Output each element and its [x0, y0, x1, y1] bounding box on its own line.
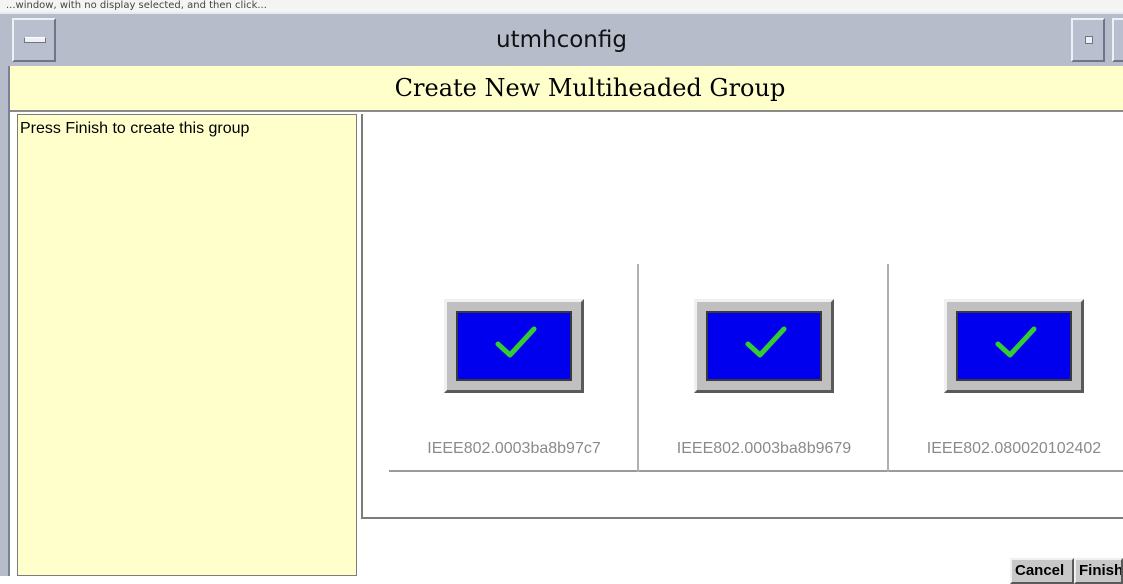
monitor-screen [456, 311, 572, 381]
monitor-screen [706, 311, 822, 381]
app-window: utmhconfig Create New Multiheaded Group … [0, 12, 1123, 584]
display-label: IEEE802.080020102402 [926, 440, 1102, 457]
caption-strip: ...window, with no display selected, and… [0, 0, 1123, 12]
minimize-button[interactable] [1071, 18, 1105, 62]
display-card[interactable]: IEEE802.080020102402 [889, 264, 1123, 472]
display-card[interactable]: IEEE802.0003ba8b97c7 [389, 264, 639, 472]
title-bar: utmhconfig [0, 12, 1123, 66]
display-layout-panel: IEEE802.0003ba8b97c7 IEEE802.0003ba8b967… [361, 114, 1123, 519]
monitor-screen [956, 311, 1072, 381]
window-frame-left [0, 66, 10, 576]
monitor-icon [694, 299, 834, 393]
finish-button[interactable]: Finish [1074, 558, 1123, 584]
monitor-icon [944, 299, 1084, 393]
window-menu-button[interactable] [12, 18, 56, 62]
instruction-text: Press Finish to create this group [20, 120, 250, 137]
page-title: Create New Multiheaded Group [394, 74, 786, 102]
caption-text: ...window, with no display selected, and… [6, 0, 267, 11]
window-title: utmhconfig [496, 27, 627, 53]
minimize-icon [1085, 36, 1093, 44]
display-card[interactable]: IEEE802.0003ba8b9679 [639, 264, 889, 472]
window-menu-icon [24, 37, 46, 43]
wizard-content: Create New Multiheaded Group Press Finis… [10, 66, 1123, 584]
display-label: IEEE802.0003ba8b97c7 [427, 440, 601, 457]
checkmark-icon [495, 326, 537, 358]
instruction-panel: Press Finish to create this group [17, 114, 357, 576]
display-label: IEEE802.0003ba8b9679 [676, 440, 852, 457]
cancel-button[interactable]: Cancel [1010, 558, 1074, 584]
checkmark-icon [745, 326, 787, 358]
checkmark-icon [995, 326, 1037, 358]
maximize-button[interactable] [1112, 18, 1123, 62]
wizard-header: Create New Multiheaded Group [10, 66, 1123, 112]
monitor-icon [444, 299, 584, 393]
